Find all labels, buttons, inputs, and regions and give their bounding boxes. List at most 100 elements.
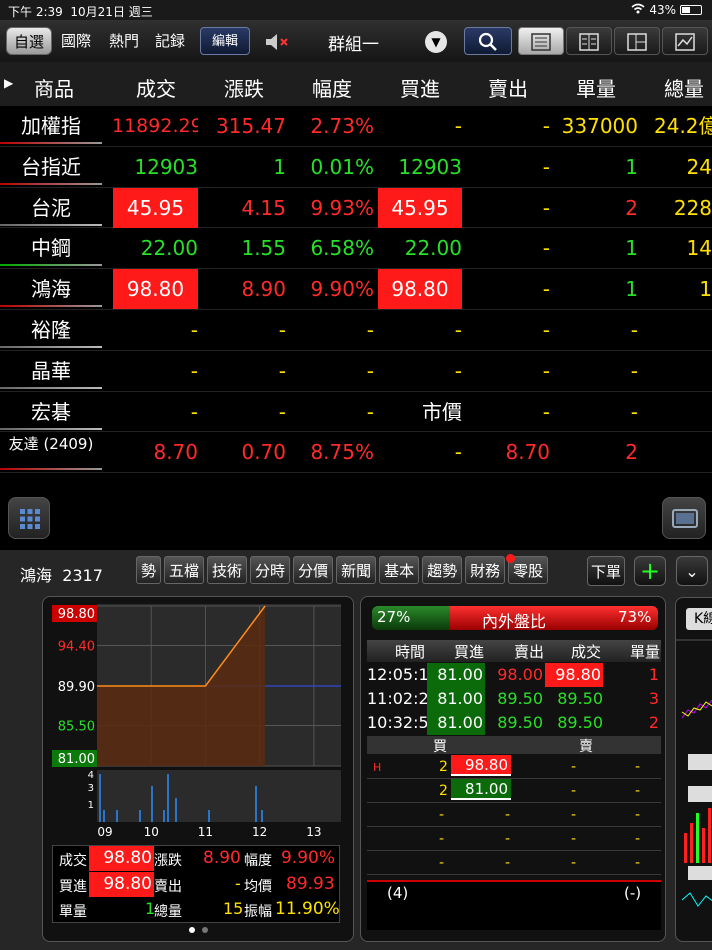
tab-watchlist[interactable]: 自選	[6, 27, 52, 55]
price-cell: -	[190, 358, 198, 383]
order-book-row[interactable]: - - - -	[367, 827, 661, 851]
col-change[interactable]: 漲跌	[222, 73, 266, 102]
trade-row[interactable]: 11:02:20 81.00 89.50 89.50 3	[367, 687, 661, 711]
col-vol[interactable]: 單量	[574, 73, 618, 102]
k-line-panel[interactable]: K線	[675, 597, 712, 942]
split-view-button[interactable]	[614, 27, 660, 55]
summary-change: 8.90	[203, 848, 241, 868]
tab-trend[interactable]: 勢	[136, 556, 162, 584]
add-icon[interactable]: +	[634, 556, 666, 586]
price-cell: 8.70	[153, 440, 198, 465]
order-book-row[interactable]: - - - -	[367, 851, 661, 875]
inout-ratio-bar: 27% 內外盤比 73%	[372, 606, 658, 631]
col-price[interactable]: 成交	[134, 73, 178, 102]
table-row[interactable]: 晶華 - - - - - -	[0, 351, 712, 392]
mute-icon[interactable]	[264, 31, 294, 53]
table-row[interactable]: 台泥 45.95 4.15 9.93% 45.95 - 2 228	[0, 187, 712, 229]
grid-menu-button[interactable]	[8, 497, 50, 539]
pct-cell: 6.58%	[310, 236, 374, 261]
pct-cell: 9.90%	[310, 277, 374, 302]
price-cell: 98.80	[113, 269, 198, 310]
chart-view-button[interactable]	[662, 27, 708, 55]
ask-cell: -	[542, 399, 550, 424]
tab-trends[interactable]: 趨勢	[422, 556, 463, 584]
bid-cell: 45.95	[378, 187, 462, 228]
bid-cell: -	[454, 317, 462, 342]
col-bid[interactable]: 買進	[398, 73, 442, 102]
tab-intraday[interactable]: 分時	[250, 556, 291, 584]
tab-five-levels[interactable]: 五檔	[164, 556, 205, 584]
col-name[interactable]: 商品	[34, 73, 74, 102]
table-row[interactable]: 加權指 11892.29 315.47 2.73% - - 337000 24.…	[0, 106, 712, 147]
trade-header: 時間 買進 賣出 成交 單量	[367, 640, 661, 662]
price-cell: 12903	[134, 154, 198, 179]
ask-cell: -	[542, 114, 550, 138]
search-button[interactable]	[464, 27, 512, 55]
order-button[interactable]: 下單	[587, 556, 625, 586]
status-bar: 下午 2:39 10月21日 週三 43%	[0, 0, 712, 20]
list-view-button[interactable]	[518, 27, 564, 55]
grid-icon	[20, 509, 40, 529]
collapse-chevron-icon[interactable]: ⌄	[676, 556, 708, 586]
summary-total: 15	[223, 899, 244, 918]
total-cell: 14	[686, 236, 712, 261]
ask-cell: -	[542, 317, 550, 342]
pct-cell: -	[366, 358, 374, 383]
chevron-down-icon[interactable]: ▼	[425, 31, 447, 53]
change-cell: 8.90	[241, 277, 286, 302]
ask-cell: -	[542, 154, 550, 179]
quote-table-header: ▶ 商品 成交 漲跌 幅度 買進 賣出 單量 總量	[0, 62, 712, 106]
stock-name: 加權指	[0, 106, 102, 146]
table-row[interactable]: 友達 (2409) 8.70 0.70 8.75% - 8.70 2	[0, 432, 712, 474]
pct-cell: -	[366, 317, 374, 342]
table-row[interactable]: 裕隆 - - - - - -	[0, 310, 712, 351]
order-book-row[interactable]: H 2 98.80 - -	[367, 755, 661, 779]
price-cell: 22.00	[140, 236, 198, 261]
stock-name: 宏碁	[0, 392, 102, 432]
page-indicator[interactable]	[185, 926, 215, 934]
order-book-row[interactable]: - - - -	[367, 803, 661, 827]
trade-row[interactable]: 10:32:57 81.00 89.50 89.50 2	[367, 711, 661, 735]
vol-cell: 1	[625, 154, 638, 179]
col-ask[interactable]: 賣出	[486, 73, 530, 102]
order-book-row[interactable]: 2 81.00 - -	[367, 779, 661, 803]
split-icon	[627, 33, 647, 51]
col-pct[interactable]: 幅度	[310, 73, 354, 102]
k-line-tab[interactable]: K線	[686, 608, 712, 630]
tab-records[interactable]: 記録	[150, 27, 190, 55]
table-row[interactable]: 中鋼 22.00 1.55 6.58% 22.00 - 1 14	[0, 228, 712, 270]
bid-cell: 98.80	[378, 269, 462, 310]
play-icon[interactable]: ▶	[4, 76, 13, 90]
tab-news[interactable]: 新聞	[336, 556, 377, 584]
tab-hot[interactable]: 熱門	[104, 27, 144, 55]
summary-amp: 11.90%	[275, 899, 340, 919]
price-cell: -	[190, 399, 198, 424]
order-book-header: 買 賣	[367, 736, 661, 755]
tab-technical[interactable]: 技術	[207, 556, 248, 584]
total-cell: 228	[673, 195, 712, 220]
tab-basic[interactable]: 基本	[379, 556, 420, 584]
tab-international[interactable]: 國際	[56, 27, 96, 55]
table-row[interactable]: 宏碁 - - - 市價 - -	[0, 392, 712, 433]
status-time: 下午 2:39 10月21日 週三	[8, 5, 153, 19]
col-total[interactable]: 總量	[662, 73, 706, 102]
stock-name: 台指近	[0, 147, 102, 187]
fullscreen-button[interactable]	[662, 497, 706, 539]
table-row[interactable]: 鴻海 98.80 8.90 9.90% 98.80 - 1 1	[0, 269, 712, 310]
price-cell: -	[190, 317, 198, 342]
order-book-footer: (4) (-)	[367, 880, 661, 930]
battery-percent: 43%	[649, 3, 676, 17]
total-cell: 24	[686, 154, 712, 179]
trade-row[interactable]: 12:05:13 81.00 98.00 98.80 1	[367, 663, 661, 687]
list-icon	[531, 33, 551, 51]
column-view-button[interactable]	[566, 27, 612, 55]
bid-cell: -	[454, 114, 462, 138]
edit-button[interactable]: 編輯	[200, 27, 250, 55]
table-row[interactable]: 台指近 12903 1 0.01% 12903 - 1 24	[0, 147, 712, 188]
tab-odd-lot[interactable]: 零股	[506, 554, 549, 584]
tab-price-volume[interactable]: 分價	[293, 556, 334, 584]
summary-avg: 89.93	[286, 873, 335, 894]
tab-finance[interactable]: 財務	[465, 556, 506, 584]
group-name[interactable]: 群組一	[328, 30, 379, 55]
ask-cell: -	[542, 277, 550, 302]
